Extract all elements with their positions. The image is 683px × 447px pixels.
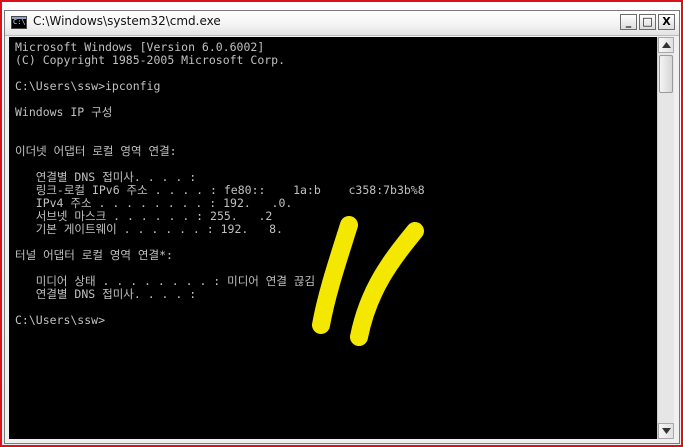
console-line: C:\Users\ssw>ipconfig [15, 79, 161, 93]
title-bar[interactable]: C:\ C:\Windows\system32\cmd.exe _ □ X [5, 11, 679, 36]
cmd-window: C:\ C:\Windows\system32\cmd.exe _ □ X Mi… [4, 10, 680, 444]
console-line: Windows IP 구성 [15, 105, 113, 119]
minimize-button[interactable]: _ [620, 14, 637, 30]
scroll-up-button[interactable] [658, 37, 674, 53]
console-line: (C) Copyright 1985-2005 Microsoft Corp. [15, 53, 286, 67]
screen-background: C:\ C:\Windows\system32\cmd.exe _ □ X Mi… [0, 0, 683, 447]
console-line: 이더넷 어댑터 로컬 영역 연결: [15, 144, 177, 158]
console-line: C:\Users\ssw> [15, 313, 106, 327]
maximize-button[interactable]: □ [639, 14, 656, 30]
console-line: 연결별 DNS 접미사. . . . : [15, 287, 197, 301]
scroll-down-button[interactable] [658, 423, 674, 439]
console-lines: Microsoft Windows [Version 6.0.6002] (C) … [15, 41, 425, 327]
console-output[interactable]: Microsoft Windows [Version 6.0.6002] (C) … [9, 37, 657, 439]
console-line: 터널 어댑터 로컬 영역 연결*: [15, 248, 173, 262]
console-line: 기본 게이트웨이 . . . . . . : 192. 8. [15, 222, 283, 236]
triangle-down-icon [662, 428, 671, 434]
cmd-console-icon[interactable]: C:\ [11, 16, 27, 29]
close-button[interactable]: X [658, 14, 675, 30]
window-title: C:\Windows\system32\cmd.exe [33, 14, 221, 28]
vertical-scrollbar[interactable] [657, 37, 674, 439]
triangle-up-icon [662, 42, 671, 48]
window-controls: _ □ X [620, 14, 675, 31]
scroll-thumb[interactable] [659, 55, 673, 93]
